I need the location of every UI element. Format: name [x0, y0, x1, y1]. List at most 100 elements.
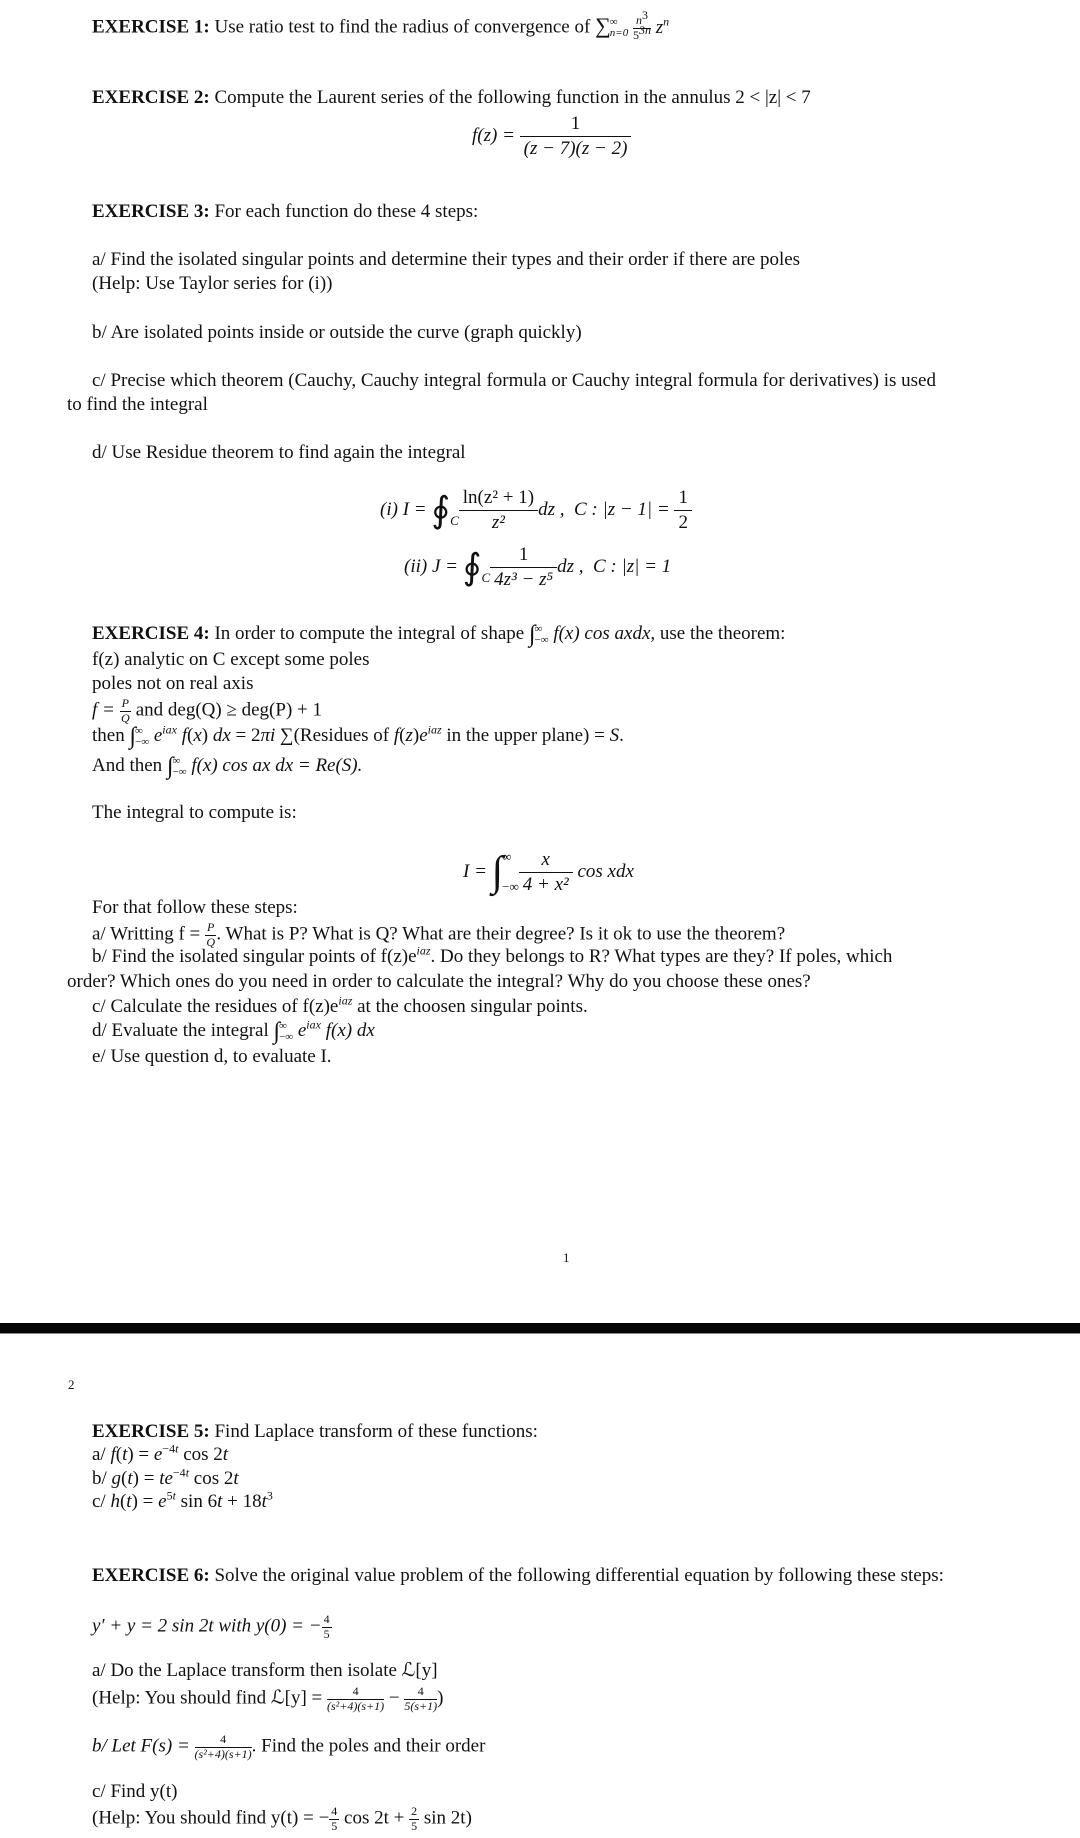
main-integral-tail: cos xdx — [577, 861, 634, 882]
sum-lower: n=0 — [609, 27, 629, 40]
step-b-den: (s²+4)(s+1) — [194, 1746, 252, 1761]
radius-den: 2 — [678, 511, 688, 533]
exercise-6-step-b: b/ Let F(s) = 4 (s²+4)(s+1). Find the pol… — [92, 1732, 486, 1762]
series-den-exp: 3n — [638, 22, 651, 37]
integral-i-label: (i) — [380, 499, 398, 521]
step-d-post: eiax f(x) dx — [297, 1017, 375, 1041]
help-c-f2-den: 5 — [411, 1818, 418, 1833]
exercise-2-title: EXERCISE 2: — [92, 87, 210, 108]
integral-i: (i) I = ∮ C ln(z² + 1) z² dz , C : |z − 1… — [380, 486, 692, 535]
exercise-5-item-b: b/ g(t) = te−4t cos 2t — [92, 1467, 239, 1490]
cond3-text: and deg(Q) ≥ deg(P) + 1 — [135, 699, 322, 721]
help-a-f1-num: 4 — [327, 1684, 385, 1700]
exercise-3-step-b: b/ Are isolated points inside or outside… — [92, 322, 582, 343]
laurent-function-formula: f(z) = 1 (z − 7)(z − 2) — [472, 112, 632, 161]
item-expression: h(t) = e5t sin 6t + 18t3 — [110, 1488, 273, 1512]
exercise-6-title: EXERCISE 6: — [92, 1565, 210, 1586]
step-b-fraction: 4 (s²+4)(s+1) — [194, 1732, 252, 1762]
limit-lower: −∞ — [534, 633, 549, 646]
integral-i-dz: dz , — [538, 499, 565, 521]
help-c-pre: (Help: You should find y(t) = − — [92, 1807, 330, 1829]
exercise-1: EXERCISE 1: Use ratio test to find the r… — [92, 9, 670, 43]
exercise-4-text-before: In order to compute the integral of shap… — [214, 623, 525, 644]
help-a-minus: − — [388, 1687, 400, 1709]
step-b-post: . Find the poles and their order — [251, 1735, 486, 1757]
help-a-post: ) — [437, 1687, 444, 1709]
step-a-pre: a/ Writting f = — [92, 923, 201, 945]
exercise-4-condition-3: f = PQ and deg(Q) ≥ deg(P) + 1 — [92, 696, 322, 726]
integral-ii-label: (ii) — [404, 556, 428, 578]
exercise-4-title: EXERCISE 4: — [92, 623, 210, 644]
integral-i-lhs: I = — [402, 499, 427, 521]
help-c-f1-num: 4 — [329, 1804, 340, 1820]
help-a-f2-num: 4 — [404, 1684, 438, 1700]
integral-ii-den: 4z³ − z⁵ — [494, 568, 554, 590]
integral-ii-lhs: J = — [431, 556, 458, 578]
exercise-1-title: EXERCISE 1: — [92, 16, 210, 38]
integral-i-fraction: ln(z² + 1) z² — [458, 486, 539, 535]
series-fraction: n3 53n — [632, 9, 651, 43]
exercise-6-step-a: a/ Do the Laplace transform then isolate… — [92, 1660, 438, 1681]
exercise-3-step-c-line2: to find the integral — [67, 394, 208, 415]
cond3-num: P — [119, 696, 131, 712]
help-c-mid: cos 2t + — [344, 1807, 405, 1829]
exercise-4-condition-2: poles not on real axis — [92, 673, 254, 694]
help-a-fraction-2: 4 5(s+1) — [404, 1684, 438, 1714]
limit-lower: −∞ — [172, 765, 187, 778]
steps-intro: For that follow these steps: — [92, 897, 298, 918]
exercise-6-step-c: c/ Find y(t) — [92, 1781, 178, 1802]
exercise-5-text: Find Laplace transform of these function… — [214, 1421, 538, 1442]
integral-i-radius: 1 2 — [674, 486, 692, 535]
help-c-f2-num: 2 — [409, 1804, 420, 1820]
exercise-6-step-c-help: (Help: You should find y(t) = −4 5 cos 2t… — [92, 1804, 472, 1834]
exercise-5-title: EXERCISE 5: — [92, 1421, 210, 1442]
exercise-4-text-after: use the theorem: — [659, 623, 786, 644]
page-separator — [0, 1323, 1080, 1334]
integral-i-num: ln(z² + 1) — [458, 486, 539, 511]
contour-integral-icon: ∮ — [431, 490, 451, 531]
formula-fraction: 1 (z − 7)(z − 2) — [519, 112, 632, 161]
main-integral-lhs: I = — [463, 861, 487, 882]
item-label: a/ — [92, 1444, 106, 1465]
integral-ii-dz: dz , — [557, 556, 584, 578]
step-b-num: 4 — [194, 1732, 252, 1748]
exercise-3-step-d: d/ Use Residue theorem to find again the… — [92, 442, 466, 463]
exercise-4-step-b-line2: order? Which ones do you need in order t… — [67, 971, 811, 992]
then-expression: eiax f(x) dx = 2πi ∑(Residues of f(z)eia… — [153, 722, 624, 746]
equation-fraction: 45 — [321, 1612, 332, 1642]
limit-lower: −∞ — [135, 735, 150, 748]
differential-equation: y′ + y = 2 sin 2t with y(0) = −4 5 — [92, 1612, 332, 1642]
integral-i-curve: C : |z − 1| = — [573, 499, 670, 521]
main-integral: I = ∫ ∞ −∞ x 4 + x² cos xdx — [463, 842, 634, 902]
then-prefix: then — [92, 725, 125, 746]
exercise-3-text: For each function do these 4 steps: — [214, 201, 479, 222]
help-a-fraction-1: 4 (s²+4)(s+1) — [327, 1684, 385, 1714]
integral-ii-num: 1 — [490, 543, 558, 568]
integral-ii-fraction: 1 4z³ − z⁵ — [490, 543, 558, 592]
formula-lhs: f(z) = — [472, 125, 515, 147]
help-a-pre: (Help: You should find ℒ[y] = — [92, 1687, 323, 1709]
help-a-f2-den: 5(s+1) — [404, 1698, 438, 1713]
cond3-lhs: f = — [92, 699, 115, 721]
help-c-post: sin 2t) — [423, 1807, 472, 1829]
formula-numerator: 1 — [519, 112, 632, 137]
exercise-3-step-a: a/ Find the isolated singular points and… — [92, 249, 801, 270]
help-c-f1-den: 5 — [331, 1818, 338, 1833]
step-a-post: . What is P? What is Q? What are their d… — [216, 923, 786, 945]
exercise-4-step-b-line1: b/ Find the isolated singular points of … — [92, 943, 893, 967]
main-integral-den: 4 + x² — [522, 873, 569, 895]
page-number-2: 2 — [68, 1377, 75, 1392]
item-label: b/ — [92, 1468, 107, 1489]
limit-upper: ∞ — [534, 622, 543, 635]
step-b-pre: b/ Let F(s) = — [92, 1735, 190, 1757]
formula-denominator: (z − 7)(z − 2) — [523, 137, 628, 159]
limit-upper: ∞ — [172, 754, 181, 767]
contour-integral-icon: ∮ — [462, 547, 482, 588]
main-lower: −∞ — [502, 879, 519, 894]
help-a-f1-den: (s²+4)(s+1) — [327, 1698, 385, 1713]
exercise-3-step-c-line1: c/ Precise which theorem (Cauchy, Cauchy… — [92, 370, 936, 391]
series-term-exp: n — [663, 14, 670, 29]
exercise-6-step-a-help: (Help: You should find ℒ[y] = 4 (s²+4)(s+… — [92, 1684, 444, 1714]
andthen-prefix: And then — [92, 755, 163, 776]
limit-upper: ∞ — [279, 1019, 287, 1032]
